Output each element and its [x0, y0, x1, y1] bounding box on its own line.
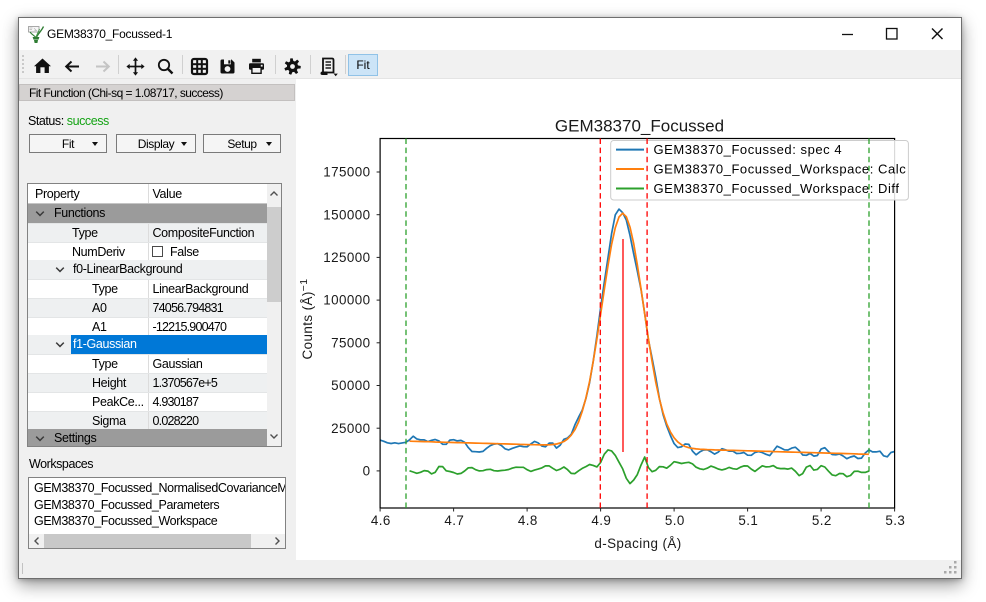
- svg-text:GEM38370_Focussed_Workspace: C: GEM38370_Focussed_Workspace: Calc: [654, 162, 907, 177]
- svg-text:50000: 50000: [331, 378, 370, 393]
- svg-text:d-Spacing (Å): d-Spacing (Å): [594, 536, 681, 551]
- svg-text:5.0: 5.0: [665, 513, 685, 528]
- svg-text:75000: 75000: [331, 335, 370, 350]
- svg-text:4.7: 4.7: [444, 513, 464, 528]
- svg-text:4.6: 4.6: [371, 513, 391, 528]
- svg-text:4.8: 4.8: [518, 513, 538, 528]
- svg-text:5.2: 5.2: [812, 513, 832, 528]
- svg-text:4.9: 4.9: [591, 513, 611, 528]
- svg-text:175000: 175000: [323, 165, 370, 180]
- svg-text:25000: 25000: [331, 421, 370, 436]
- svg-text:150000: 150000: [323, 207, 370, 222]
- svg-text:GEM38370_Focussed_Workspace: D: GEM38370_Focussed_Workspace: Diff: [654, 181, 900, 196]
- svg-text:5.1: 5.1: [738, 513, 758, 528]
- svg-text:Counts (Å)−1: Counts (Å)−1: [298, 278, 315, 359]
- svg-text:5.3: 5.3: [885, 513, 905, 528]
- svg-text:125000: 125000: [323, 250, 370, 265]
- svg-text:100000: 100000: [323, 293, 370, 308]
- svg-text:0: 0: [363, 464, 371, 479]
- svg-text:GEM38370_Focussed: GEM38370_Focussed: [555, 117, 724, 136]
- svg-text:GEM38370_Focussed: spec 4: GEM38370_Focussed: spec 4: [654, 142, 843, 157]
